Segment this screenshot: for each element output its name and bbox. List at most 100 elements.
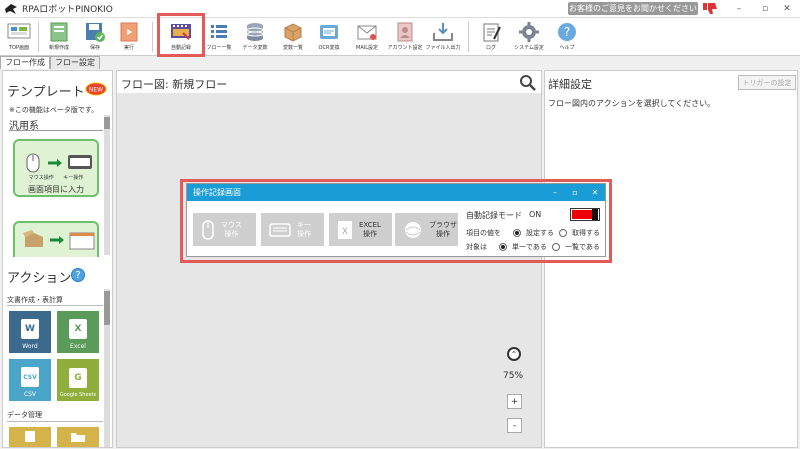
flow-list-button[interactable]: フロー一覧 bbox=[200, 18, 238, 56]
close-button[interactable]: ✕ bbox=[776, 1, 798, 16]
system-settings-label: システム設定 bbox=[514, 45, 544, 51]
record-key-label-2: 操作 bbox=[297, 229, 311, 238]
record-browser-button[interactable]: ブラウザ 操作 bbox=[395, 213, 458, 246]
toolbar-divider bbox=[152, 22, 153, 52]
minimize-button[interactable]: – bbox=[728, 1, 750, 16]
data-variable-label: データ変数 bbox=[242, 45, 268, 51]
file-io-button[interactable]: ファイル入出力 bbox=[424, 18, 462, 56]
zoom-up-icon[interactable]: ⌃ bbox=[507, 347, 521, 361]
record-dialog-titlebar[interactable]: 操作記録画面 bbox=[187, 184, 605, 201]
flow-title: フロー図: 新規フロー bbox=[121, 78, 228, 91]
google-sheets-action-tile[interactable]: G Google Sheets bbox=[57, 359, 99, 401]
top-screen-button[interactable]: TOP画面 bbox=[0, 18, 38, 56]
record-excel-button[interactable]: X EXCEL 操作 bbox=[329, 213, 392, 246]
log-button[interactable]: ログ bbox=[472, 18, 510, 56]
set-option-radio[interactable] bbox=[513, 229, 521, 237]
excel-label: Excel bbox=[70, 343, 86, 350]
flow-list-label: フロー一覧 bbox=[206, 45, 232, 51]
record-mouse-label-2: 操作 bbox=[224, 229, 239, 238]
docs-divider bbox=[7, 305, 103, 306]
record-dialog-title: 操作記録画面 bbox=[193, 188, 241, 197]
title-bar: RPAロボットPINOKIO お客様のご意見をお聞かせください – ▫ ✕ bbox=[0, 0, 800, 18]
get-option-radio[interactable] bbox=[559, 229, 567, 237]
record-mouse-label: マウス 操作 bbox=[221, 221, 242, 239]
spreadsheet-window-icon bbox=[69, 232, 95, 250]
feedback-link[interactable]: お客様のご意見をお聞かせください bbox=[568, 2, 698, 15]
card-mouse-key-label: マウス操作 キー操作 bbox=[15, 174, 97, 181]
variable-list-button[interactable]: 変数一覧 bbox=[274, 18, 312, 56]
mail-settings-button[interactable]: MAIL設定 bbox=[348, 18, 386, 56]
new-document-icon bbox=[50, 22, 68, 42]
docs-category: 文書作成・表計算 bbox=[7, 296, 63, 304]
svg-text:X: X bbox=[342, 227, 348, 237]
dialog-minimize-button[interactable]: – bbox=[547, 185, 563, 200]
file-io-label: ファイル入出力 bbox=[425, 45, 461, 51]
maximize-button[interactable]: ▫ bbox=[754, 1, 776, 16]
zoom-out-button[interactable]: - bbox=[507, 418, 522, 433]
auto-mode-toggle[interactable] bbox=[570, 208, 600, 221]
card-key-label: キー操作 bbox=[63, 175, 84, 181]
mail-settings-label: MAIL設定 bbox=[356, 45, 378, 51]
excel-action-tile[interactable]: X Excel bbox=[57, 311, 99, 353]
log-label: ログ bbox=[485, 45, 496, 51]
search-icon[interactable] bbox=[519, 74, 537, 92]
app-title: RPAロボットPINOKIO bbox=[22, 5, 113, 15]
mail-icon bbox=[357, 25, 377, 40]
data-action-tile-2[interactable] bbox=[57, 427, 99, 447]
template-card-screen-input[interactable]: マウス操作 キー操作 画面項目に入力 bbox=[13, 139, 99, 197]
auto-mode-label: 自動記録モード bbox=[466, 211, 522, 220]
document-icon bbox=[25, 431, 35, 442]
new-button[interactable]: 新規作成 bbox=[40, 18, 78, 56]
scrollbar-thumb[interactable] bbox=[104, 117, 110, 129]
help-button[interactable]: ? ヘルプ bbox=[548, 18, 586, 56]
single-option-radio[interactable] bbox=[499, 243, 507, 251]
template-card-2[interactable] bbox=[13, 221, 99, 257]
help-circle-icon[interactable]: ? bbox=[71, 268, 85, 282]
list-icon bbox=[211, 25, 227, 38]
data-action-tile-1[interactable] bbox=[9, 427, 51, 447]
new-badge-text: NEW bbox=[89, 87, 103, 94]
ocr-button[interactable]: OCR変換 bbox=[310, 18, 348, 56]
thumbs-down-icon[interactable] bbox=[702, 2, 718, 15]
tab-flow-settings[interactable]: フロー設定 bbox=[50, 56, 100, 69]
record-key-button[interactable]: キー 操作 bbox=[261, 213, 324, 246]
detail-title: 詳細設定 bbox=[548, 78, 592, 91]
list-option-label: 一覧である bbox=[565, 243, 600, 251]
action-scrollbar[interactable] bbox=[104, 289, 110, 447]
account-settings-button[interactable]: アカウント設定 bbox=[386, 18, 424, 56]
zoom-in-button[interactable]: + bbox=[507, 394, 522, 409]
help-label: ヘルプ bbox=[559, 45, 575, 51]
ocr-label: OCR変換 bbox=[318, 45, 340, 51]
system-settings-button[interactable]: システム設定 bbox=[510, 18, 548, 56]
keyboard-icon bbox=[269, 222, 291, 237]
database-icon bbox=[246, 23, 264, 41]
main-tabs: フロー作成 フロー設定 bbox=[0, 56, 100, 69]
record-browser-label-2: 操作 bbox=[436, 229, 450, 238]
record-mouse-button[interactable]: マウス 操作 bbox=[193, 213, 256, 246]
trigger-settings-button[interactable]: トリガーの設定 bbox=[738, 75, 796, 90]
file-transfer-icon bbox=[433, 23, 453, 41]
dialog-maximize-button[interactable]: ▫ bbox=[567, 185, 583, 200]
save-button[interactable]: 保存 bbox=[76, 18, 114, 56]
arrow-right-icon bbox=[48, 159, 62, 167]
data-variable-button[interactable]: データ変数 bbox=[236, 18, 274, 56]
data-divider bbox=[7, 421, 103, 422]
scrollbar-thumb[interactable] bbox=[104, 291, 110, 325]
target-label: 対象は bbox=[466, 243, 487, 251]
new-badge-icon: NEW bbox=[85, 82, 107, 96]
tab-flow-create[interactable]: フロー作成 bbox=[0, 56, 50, 69]
run-label: 実行 bbox=[123, 45, 134, 51]
template-scrollbar[interactable] bbox=[104, 115, 110, 255]
save-disk-icon bbox=[86, 23, 105, 42]
list-option-radio[interactable] bbox=[552, 243, 560, 251]
dialog-close-button[interactable]: ✕ bbox=[587, 185, 603, 200]
left-panel: テンプレート NEW ※この機能はベータ版です。 汎用系 マウス操作 キー操作 … bbox=[2, 70, 113, 448]
flow-header: フロー図: 新規フロー bbox=[117, 71, 541, 93]
run-button[interactable]: 実行 bbox=[110, 18, 148, 56]
word-action-tile[interactable]: W Word bbox=[9, 311, 51, 353]
record-dialog: 操作記録画面 – ▫ ✕ マウス 操作 キー 操作 X EXCEL 操作 ブラウザ 操作… bbox=[186, 183, 606, 257]
csv-action-tile[interactable]: CSV CSV bbox=[9, 359, 51, 401]
record-excel-label: EXCEL 操作 bbox=[359, 221, 381, 239]
account-settings-label: アカウント設定 bbox=[387, 45, 423, 51]
auto-record-highlight bbox=[157, 13, 205, 57]
